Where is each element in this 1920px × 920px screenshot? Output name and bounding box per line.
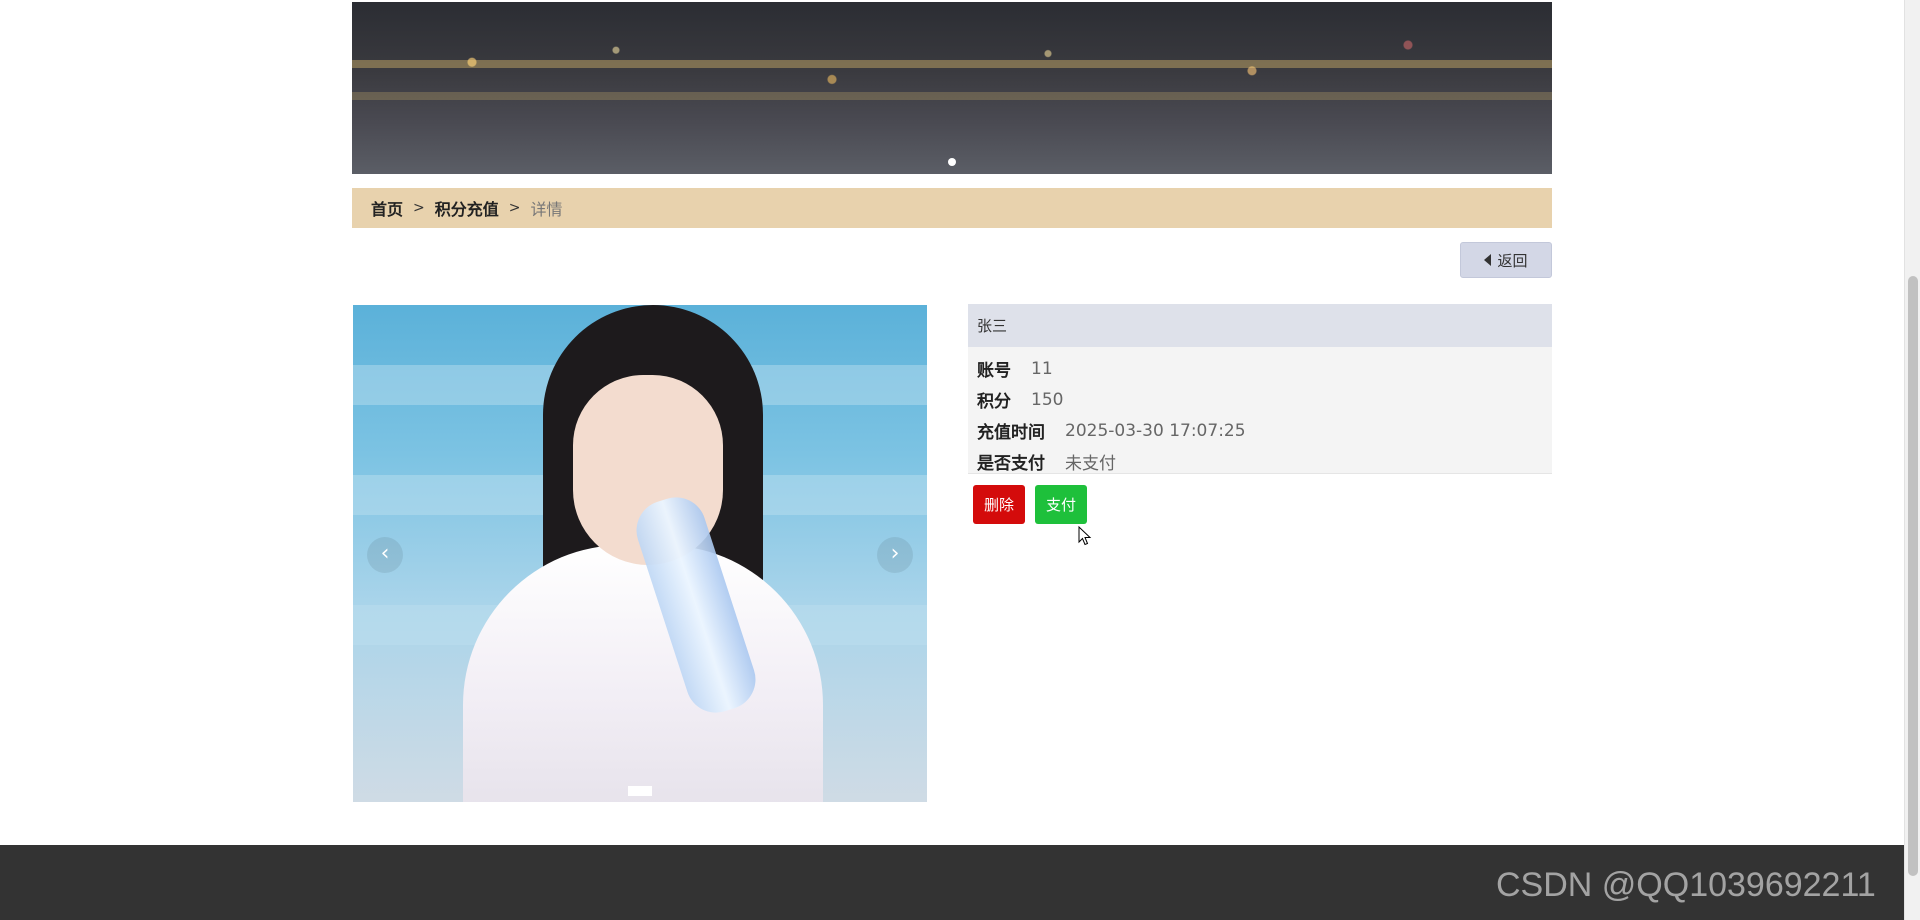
product-image-carousel: ‹ › xyxy=(353,305,927,802)
breadcrumb-current: 详情 xyxy=(530,200,563,219)
breadcrumb: 首页 > 积分充值 > 详情 xyxy=(352,188,1552,228)
detail-title: 张三 xyxy=(968,304,1552,347)
carousel-next-button[interactable]: › xyxy=(877,537,913,573)
detail-row-account: 账号 11 xyxy=(977,353,1543,384)
banner-indicator-dot[interactable] xyxy=(948,158,956,166)
detail-row-payment-status: 是否支付 未支付 xyxy=(977,446,1543,477)
pay-button[interactable]: 支付 xyxy=(1035,485,1087,524)
field-value: 11 xyxy=(1031,358,1053,379)
breadcrumb-section-link[interactable]: 积分充值 xyxy=(435,196,499,220)
banner-indicators xyxy=(948,158,956,166)
vertical-scrollbar[interactable] xyxy=(1904,0,1920,920)
detail-row-recharge-time: 充值时间 2025-03-30 17:07:25 xyxy=(977,415,1543,446)
page: 首页 > 积分充值 > 详情 返回 ‹ › 张三 账号 11 积分 150 充值… xyxy=(0,0,1920,920)
field-value: 未支付 xyxy=(1065,454,1116,474)
field-label: 积分 xyxy=(977,392,1011,412)
top-banner-image xyxy=(352,2,1552,174)
carousel-photo xyxy=(463,545,823,802)
banner-city-lights xyxy=(352,92,1552,100)
detail-row-points: 积分 150 xyxy=(977,384,1543,415)
breadcrumb-separator: > xyxy=(413,200,425,216)
detail-actions: 删除 支付 xyxy=(973,485,1087,524)
detail-panel: 张三 账号 11 积分 150 充值时间 2025-03-30 17:07:25… xyxy=(968,304,1552,474)
field-label: 账号 xyxy=(977,361,1011,381)
breadcrumb-separator: > xyxy=(508,200,521,216)
field-label: 是否支付 xyxy=(977,454,1045,474)
field-value: 150 xyxy=(1031,389,1064,410)
scrollbar-thumb[interactable] xyxy=(1908,276,1918,876)
caret-left-icon xyxy=(1484,254,1492,266)
delete-button[interactable]: 删除 xyxy=(973,485,1025,524)
field-label: 充值时间 xyxy=(977,423,1045,443)
back-button[interactable]: 返回 xyxy=(1460,242,1552,278)
carousel-indicator[interactable] xyxy=(628,786,652,796)
watermark-text: CSDN @QQ1039692211 xyxy=(1496,866,1876,904)
field-value: 2025-03-30 17:07:25 xyxy=(1065,420,1246,441)
carousel-prev-button[interactable]: ‹ xyxy=(367,537,403,573)
mouse-cursor-icon xyxy=(1078,526,1092,546)
breadcrumb-home-link[interactable]: 首页 xyxy=(371,196,403,220)
detail-fields: 账号 11 积分 150 充值时间 2025-03-30 17:07:25 是否… xyxy=(968,347,1552,474)
back-button-label: 返回 xyxy=(1497,251,1528,270)
banner-city-lights xyxy=(352,60,1552,68)
